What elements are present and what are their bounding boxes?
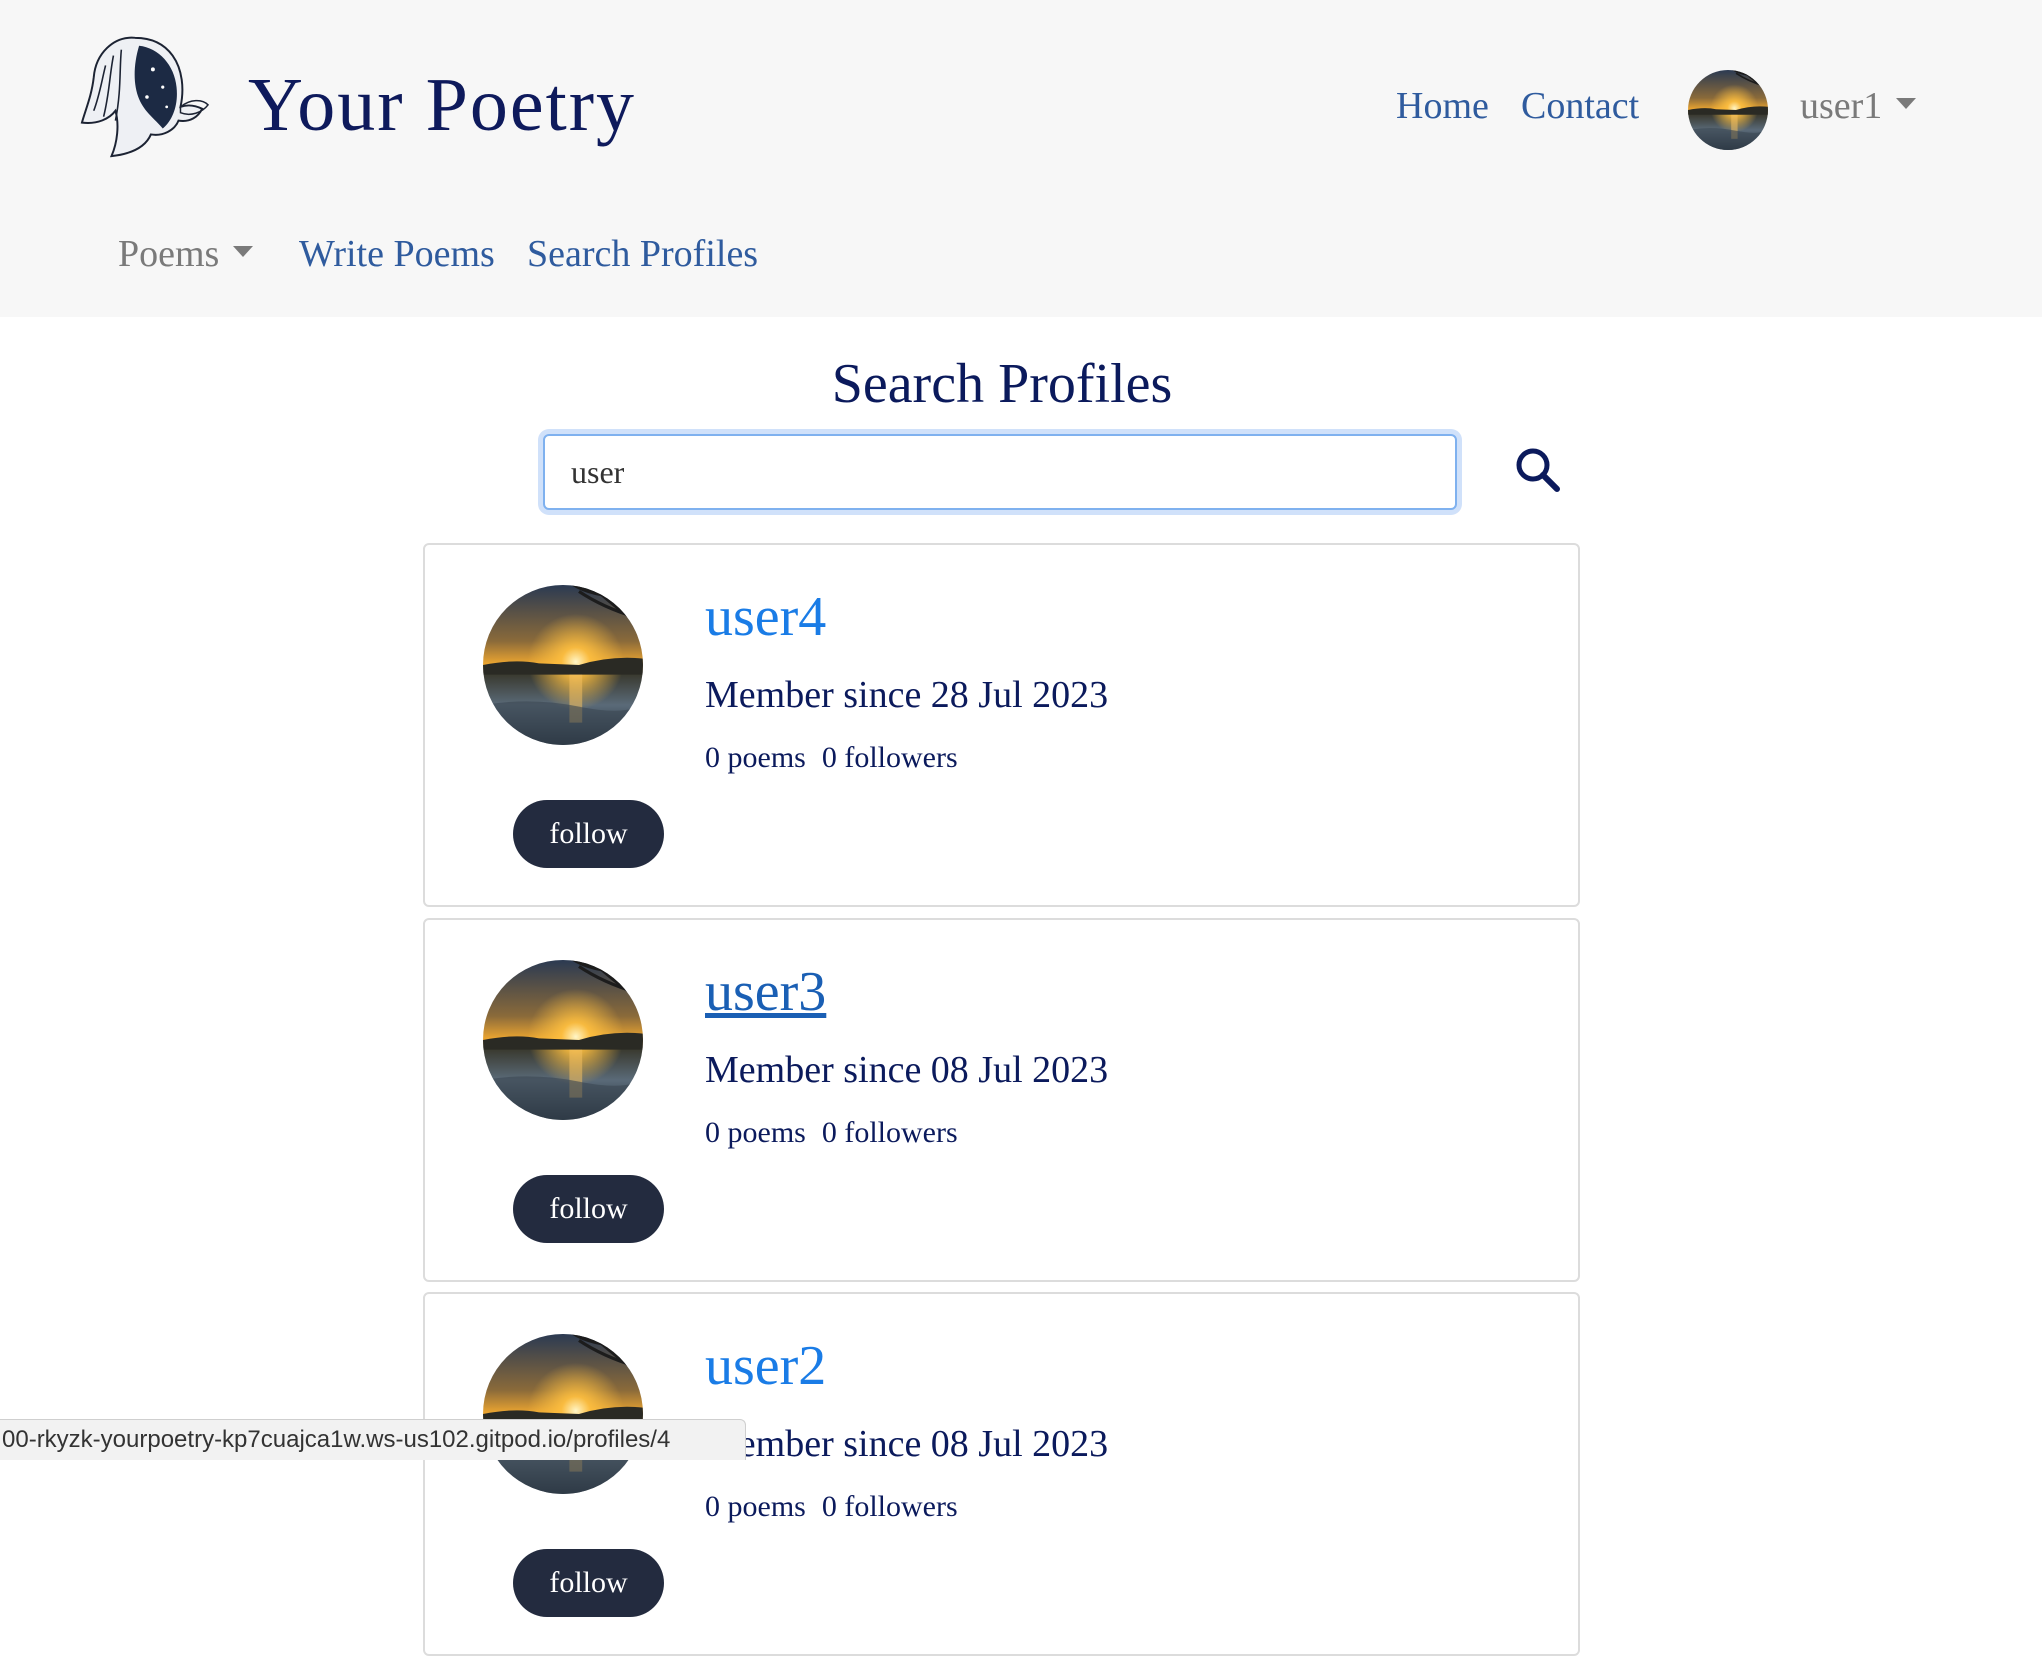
caret-down-icon	[233, 245, 254, 257]
follower-count: 0 followers	[821, 741, 958, 774]
profile-name-link[interactable]: user2	[705, 1334, 826, 1398]
follow-button[interactable]: follow	[513, 1549, 664, 1617]
profile-stats: 0 poems 0 followers	[705, 741, 958, 775]
follower-count: 0 followers	[821, 1490, 958, 1523]
nav-search-profiles-link[interactable]: Search Profiles	[527, 232, 758, 276]
site-header: Your Poetry Home Contact user1 Poems Wri…	[0, 0, 2042, 317]
search-icon[interactable]	[1512, 444, 1564, 496]
profile-stats: 0 poems 0 followers	[705, 1116, 958, 1150]
follower-count: 0 followers	[821, 1116, 958, 1149]
poem-count: 0 poems	[705, 741, 806, 774]
profile-card: user3 Member since 08 Jul 2023 0 poems 0 …	[423, 918, 1580, 1282]
site-title[interactable]: Your Poetry	[248, 62, 636, 149]
search-input[interactable]	[543, 434, 1457, 510]
user-avatar[interactable]	[1688, 70, 1768, 150]
nav-write-poems-link[interactable]: Write Poems	[299, 232, 495, 276]
poem-count: 0 poems	[705, 1116, 806, 1149]
poems-dropdown[interactable]: Poems	[118, 232, 254, 276]
follow-button[interactable]: follow	[513, 1175, 664, 1243]
follow-button[interactable]: follow	[513, 800, 664, 868]
poems-dropdown-label: Poems	[118, 233, 220, 275]
profile-name-link[interactable]: user4	[705, 585, 826, 649]
profile-name-link[interactable]: user3	[705, 960, 826, 1024]
page-title: Search Profiles	[831, 353, 1173, 415]
profile-avatar[interactable]	[483, 585, 643, 745]
user-menu-label: user1	[1800, 85, 1883, 127]
profile-avatar[interactable]	[483, 1334, 643, 1494]
nav-home-link[interactable]: Home	[1396, 84, 1489, 128]
member-since: Member since 28 Jul 2023	[705, 674, 1109, 716]
link-status-bar: 00-rkyzk-yourpoetry-kp7cuajca1w.ws-us102…	[0, 1419, 746, 1460]
profile-stats: 0 poems 0 followers	[705, 1490, 958, 1524]
nav-contact-link[interactable]: Contact	[1521, 84, 1639, 128]
profile-card: user4 Member since 28 Jul 2023 0 poems 0 …	[423, 543, 1580, 907]
profile-card: user2 Member since 08 Jul 2023 0 poems 0 …	[423, 1292, 1580, 1656]
caret-down-icon	[1896, 97, 1917, 109]
profile-avatar[interactable]	[483, 960, 643, 1120]
user-menu-dropdown[interactable]: user1	[1800, 84, 1917, 128]
member-since: Member since 08 Jul 2023	[705, 1423, 1109, 1465]
member-since: Member since 08 Jul 2023	[705, 1049, 1109, 1091]
poet-portrait-logo[interactable]	[74, 26, 216, 164]
poem-count: 0 poems	[705, 1490, 806, 1523]
